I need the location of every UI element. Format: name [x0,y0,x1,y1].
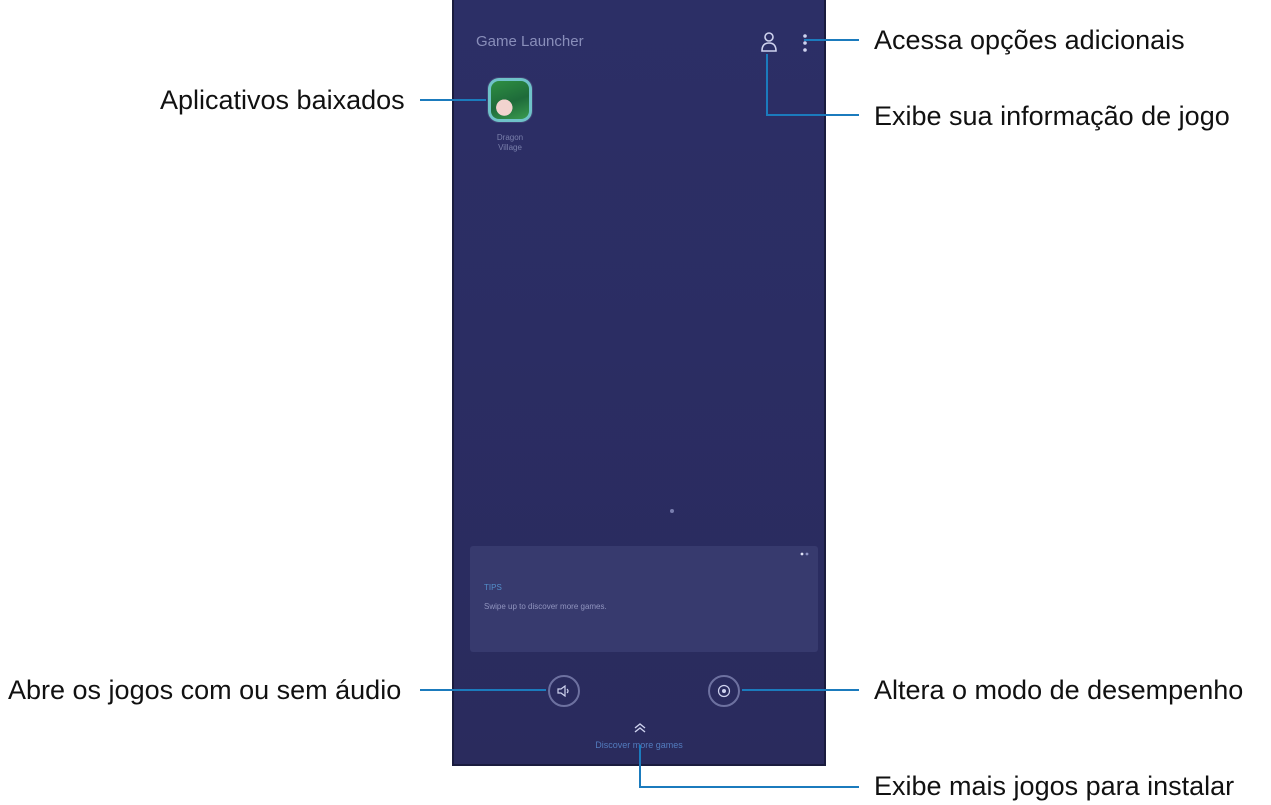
profile-icon[interactable] [760,31,778,53]
speaker-icon [557,685,569,697]
callout-audio-mode: Abre os jogos com ou sem áudio [8,675,402,705]
close-icon[interactable] [800,550,810,558]
audio-toggle-button[interactable] [548,675,580,707]
more-options-icon[interactable] [800,33,810,53]
callout-game-info: Exibe sua informação de jogo [874,101,1230,131]
leader-more-options [804,39,859,41]
leader-more-games-horizontal [639,786,859,788]
game-artwork [491,81,529,119]
callout-more-options: Acessa opções adicionais [874,25,1185,55]
tip-label: TIPS [484,583,502,592]
leader-performance-mode [742,689,859,691]
leader-more-games-vertical [639,745,641,788]
app-title: Game Launcher [476,33,584,50]
tip-card[interactable]: TIPS Swipe up to discover more games. [470,546,818,652]
performance-mode-button[interactable] [708,675,740,707]
leader-downloaded-apps [420,99,486,101]
leader-game-info-horizontal [766,114,859,116]
callout-performance-mode: Altera o modo de desempenho [874,675,1244,705]
callout-downloaded-apps: Aplicativos baixados [160,85,405,115]
page-indicator [670,509,674,513]
leader-audio-mode [420,689,546,691]
game-app-icon[interactable] [488,78,532,122]
game-app-label: Dragon Village [496,133,524,152]
callout-more-games: Exibe mais jogos para instalar [874,771,1235,801]
performance-icon [717,684,731,698]
leader-game-info-vertical [766,54,768,116]
tip-text: Swipe up to discover more games. [484,602,607,611]
chevron-up-icon[interactable] [633,722,647,734]
